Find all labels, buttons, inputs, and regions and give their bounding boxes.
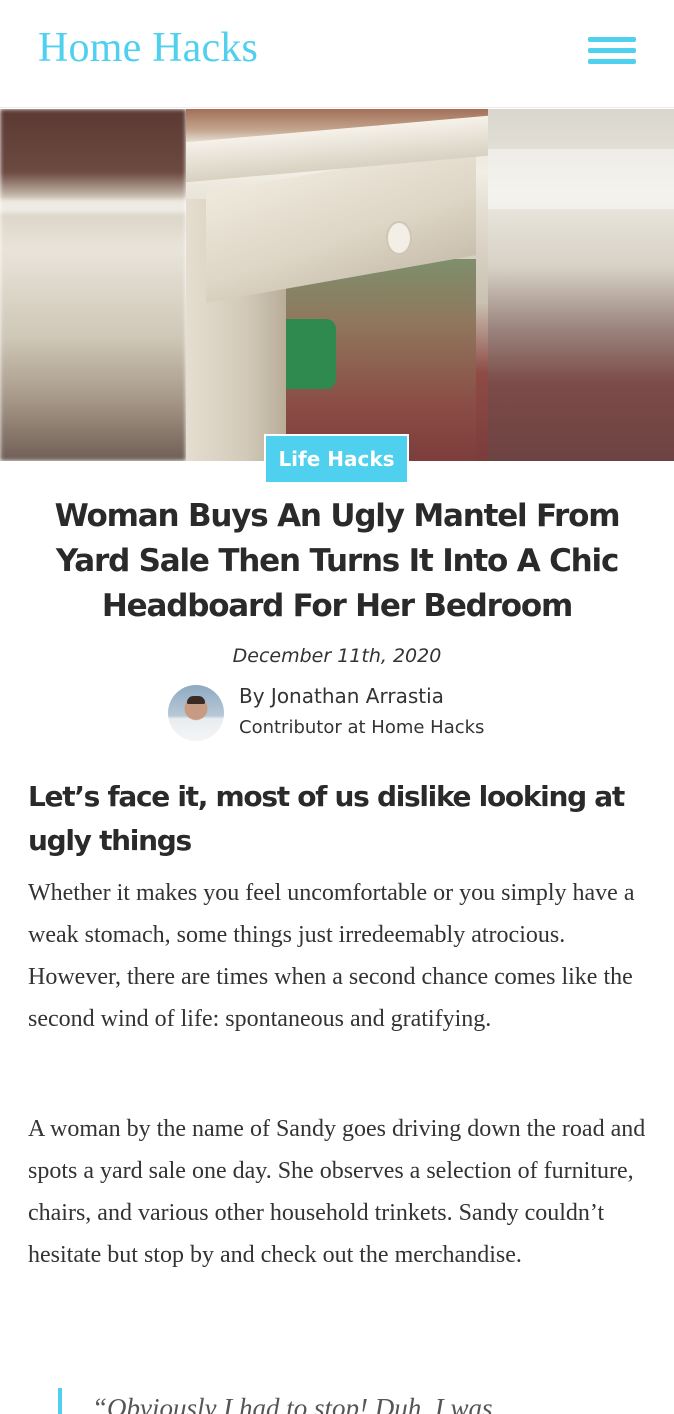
article-paragraph: Whether it makes you feel uncomfortable … (28, 880, 635, 1032)
site-logo[interactable]: Home Hacks (38, 24, 258, 72)
hero-blur-right (488, 109, 674, 461)
hero-blur-left (0, 109, 186, 461)
hero-image (0, 109, 674, 461)
pull-quote: “Obviously I had to stop! Duh. I was (58, 1388, 648, 1414)
author-byline[interactable]: By Jonathan Arrastia (239, 684, 444, 708)
author-role: Contributor at Home Hacks (239, 717, 485, 738)
article-subheading: Let’s face it, most of us dislike lookin… (28, 780, 625, 857)
publish-date: December 11th, 2020 (232, 645, 442, 667)
category-tag[interactable]: Life Hacks (264, 434, 409, 484)
menu-bar (588, 37, 636, 42)
menu-bar (588, 59, 636, 64)
site-header: Home Hacks (0, 0, 674, 108)
author-avatar[interactable] (168, 685, 224, 741)
hamburger-menu-icon[interactable] (588, 35, 636, 69)
mantel-photo (186, 109, 488, 461)
article-title: Woman Buys An Ugly Mantel From Yard Sale… (54, 498, 621, 624)
article-paragraph: A woman by the name of Sandy goes drivin… (28, 1116, 646, 1268)
menu-bar (588, 48, 636, 53)
